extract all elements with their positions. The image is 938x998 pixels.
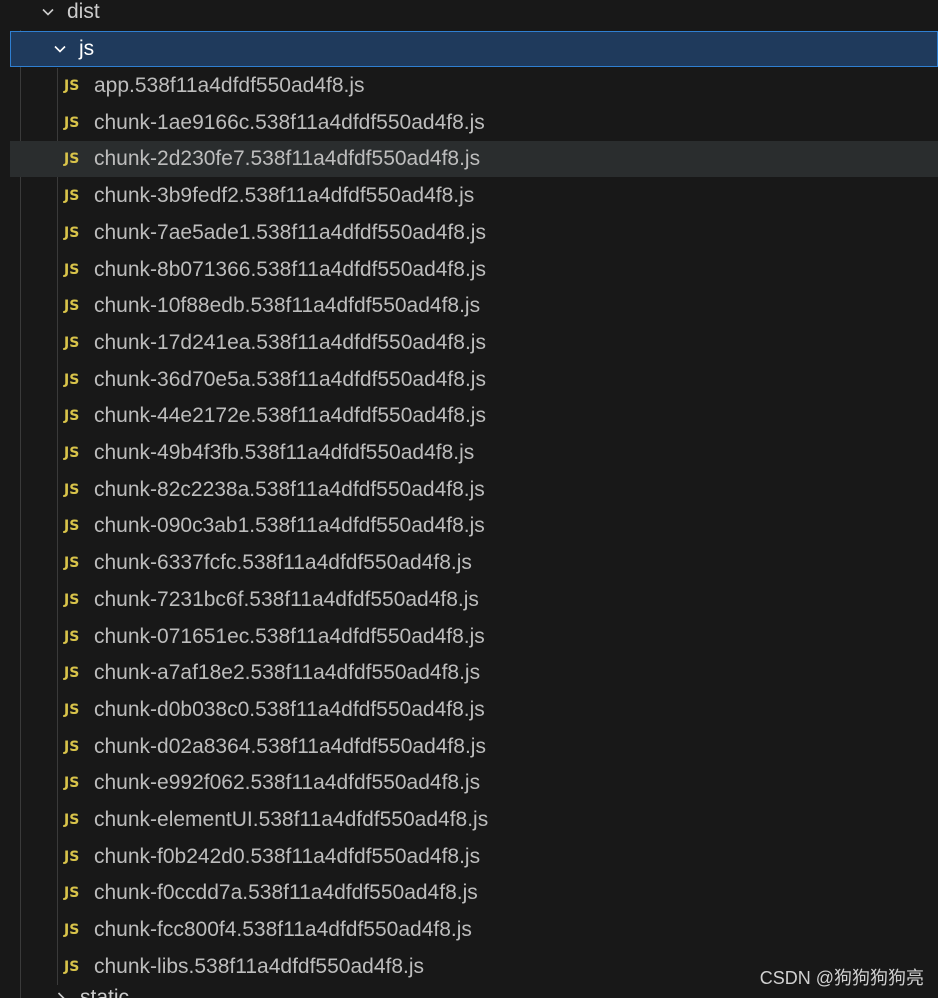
javascript-file-icon: JS	[64, 738, 80, 755]
javascript-file-icon: JS	[64, 701, 80, 718]
file-name: chunk-2d230fe7.538f11a4dfdf550ad4f8.js	[94, 147, 481, 171]
file-name: chunk-elementUI.538f11a4dfdf550ad4f8.js	[94, 808, 489, 831]
file-name: chunk-090c3ab1.538f11a4dfdf550ad4f8.js	[94, 514, 485, 538]
javascript-file-icon: JS	[64, 848, 80, 865]
javascript-file-icon: JS	[64, 78, 80, 94]
javascript-file-icon: JS	[64, 188, 80, 205]
folder-label: dist	[67, 0, 100, 23]
javascript-file-icon: JS	[64, 665, 80, 682]
javascript-file-icon: JS	[64, 298, 80, 315]
file-item[interactable]: JS chunk-7231bc6f.538f11a4dfdf550ad4f8.js	[10, 582, 938, 618]
file-name: chunk-6337fcfc.538f11a4dfdf550ad4f8.js	[94, 551, 472, 575]
javascript-file-icon: JS	[64, 518, 80, 535]
file-item[interactable]: JS chunk-82c2238a.538f11a4dfdf550ad4f8.js	[10, 472, 938, 508]
file-name: chunk-82c2238a.538f11a4dfdf550ad4f8.js	[94, 477, 485, 501]
file-name: chunk-libs.538f11a4dfdf550ad4f8.js	[94, 954, 425, 978]
javascript-file-icon: JS	[64, 334, 80, 351]
file-name: chunk-7ae5ade1.538f11a4dfdf550ad4f8.js	[94, 220, 486, 244]
file-item[interactable]: JS chunk-fcc800f4.538f11a4dfdf550ad4f8.js	[10, 912, 938, 948]
file-name: chunk-a7af18e2.538f11a4dfdf550ad4f8.js	[94, 661, 481, 685]
file-name: app.538f11a4dfdf550ad4f8.js	[94, 74, 365, 97]
file-name: chunk-f0b242d0.538f11a4dfdf550ad4f8.js	[94, 844, 481, 868]
file-name: chunk-f0ccdd7a.538f11a4dfdf550ad4f8.js	[94, 881, 478, 905]
file-item[interactable]: JS chunk-8b071366.538f11a4dfdf550ad4f8.js	[10, 252, 938, 288]
file-name: chunk-44e2172e.538f11a4dfdf550ad4f8.js	[94, 404, 486, 428]
file-name: chunk-3b9fedf2.538f11a4dfdf550ad4f8.js	[94, 184, 475, 208]
folder-dist[interactable]: dist	[10, 0, 938, 30]
file-item[interactable]: JS chunk-e992f062.538f11a4dfdf550ad4f8.js	[10, 765, 938, 801]
file-name: chunk-8b071366.538f11a4dfdf550ad4f8.js	[94, 257, 486, 281]
javascript-file-icon: JS	[64, 408, 80, 425]
javascript-file-icon: JS	[64, 885, 80, 902]
file-item[interactable]: JS chunk-2d230fe7.538f11a4dfdf550ad4f8.js	[10, 141, 938, 178]
file-item[interactable]: JS chunk-44e2172e.538f11a4dfdf550ad4f8.js	[10, 398, 938, 434]
file-item[interactable]: JS chunk-1ae9166c.538f11a4dfdf550ad4f8.js	[10, 105, 938, 141]
file-item[interactable]: JS chunk-3b9fedf2.538f11a4dfdf550ad4f8.js	[10, 178, 938, 214]
javascript-file-icon: JS	[64, 812, 80, 828]
file-item[interactable]: JS chunk-7ae5ade1.538f11a4dfdf550ad4f8.js	[10, 215, 938, 251]
javascript-file-icon: JS	[64, 628, 80, 645]
file-explorer-tree: dist js JS app.538f11a4dfdf550ad4f8.js JS c…	[0, 0, 938, 998]
javascript-file-icon: JS	[64, 445, 80, 461]
file-item[interactable]: JS chunk-elementUI.538f11a4dfdf550ad4f8.j…	[10, 802, 938, 838]
file-item[interactable]: JS chunk-d02a8364.538f11a4dfdf550ad4f8.js	[10, 729, 938, 765]
folder-label: js	[79, 37, 95, 60]
javascript-file-icon: JS	[64, 922, 80, 939]
javascript-file-icon: JS	[64, 224, 80, 241]
file-item[interactable]: JS chunk-10f88edb.538f11a4dfdf550ad4f8.js	[10, 288, 938, 324]
javascript-file-icon: JS	[64, 371, 80, 388]
file-item[interactable]: JS chunk-f0ccdd7a.538f11a4dfdf550ad4f8.js	[10, 875, 938, 911]
file-item[interactable]: JS chunk-090c3ab1.538f11a4dfdf550ad4f8.js	[10, 508, 938, 544]
file-item[interactable]: JS chunk-d0b038c0.538f11a4dfdf550ad4f8.js	[10, 692, 938, 728]
javascript-file-icon: JS	[64, 481, 80, 498]
file-name: chunk-e992f062.538f11a4dfdf550ad4f8.js	[94, 771, 481, 795]
file-item[interactable]: JS chunk-36d70e5a.538f11a4dfdf550ad4f8.js	[10, 362, 938, 398]
file-item[interactable]: JS chunk-a7af18e2.538f11a4dfdf550ad4f8.js	[10, 655, 938, 691]
javascript-file-icon: JS	[64, 591, 80, 608]
javascript-file-icon: JS	[64, 114, 80, 131]
file-name: chunk-d02a8364.538f11a4dfdf550ad4f8.js	[94, 734, 486, 758]
javascript-file-icon: JS	[64, 775, 80, 792]
file-name: chunk-10f88edb.538f11a4dfdf550ad4f8.js	[94, 294, 481, 318]
javascript-file-icon: JS	[64, 261, 80, 278]
javascript-file-icon: JS	[64, 151, 80, 168]
watermark: CSDN @狗狗狗狗亮	[759, 968, 924, 988]
file-item[interactable]: JS chunk-6337fcfc.538f11a4dfdf550ad4f8.js	[10, 545, 938, 581]
chevron-down-icon	[37, 1, 59, 23]
javascript-file-icon: JS	[64, 555, 80, 572]
file-item[interactable]: JS app.538f11a4dfdf550ad4f8.js	[10, 68, 938, 104]
file-name: chunk-fcc800f4.538f11a4dfdf550ad4f8.js	[94, 918, 472, 942]
file-name: chunk-7231bc6f.538f11a4dfdf550ad4f8.js	[94, 587, 479, 611]
folder-js[interactable]: js	[10, 31, 938, 67]
file-name: chunk-071651ec.538f11a4dfdf550ad4f8.js	[94, 624, 485, 648]
file-name: chunk-17d241ea.538f11a4dfdf550ad4f8.js	[94, 330, 486, 354]
file-item[interactable]: JS chunk-49b4f3fb.538f11a4dfdf550ad4f8.js	[10, 435, 938, 471]
file-name: chunk-36d70e5a.538f11a4dfdf550ad4f8.js	[94, 367, 486, 391]
file-name: chunk-49b4f3fb.538f11a4dfdf550ad4f8.js	[94, 441, 475, 464]
file-item[interactable]: JS chunk-f0b242d0.538f11a4dfdf550ad4f8.js	[10, 839, 938, 875]
javascript-file-icon: JS	[64, 958, 80, 975]
file-item[interactable]: JS chunk-17d241ea.538f11a4dfdf550ad4f8.js	[10, 325, 938, 361]
file-name: chunk-1ae9166c.538f11a4dfdf550ad4f8.js	[94, 110, 485, 134]
file-item[interactable]: JS chunk-071651ec.538f11a4dfdf550ad4f8.js	[10, 619, 938, 655]
chevron-right-icon	[50, 987, 72, 998]
folder-label: static	[80, 986, 130, 998]
file-name: chunk-d0b038c0.538f11a4dfdf550ad4f8.js	[94, 697, 485, 721]
chevron-down-icon	[49, 38, 71, 60]
